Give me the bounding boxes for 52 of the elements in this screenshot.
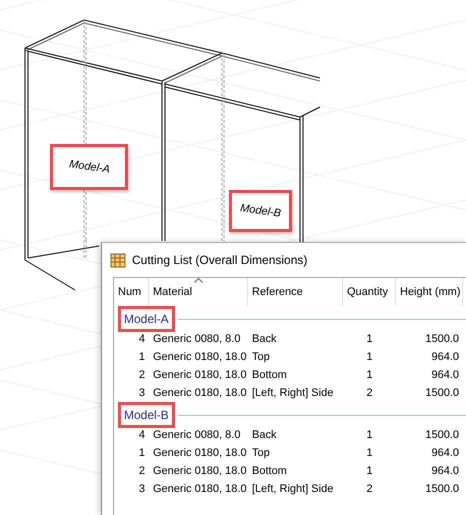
table-cell-text: Generic 0080, 8.0	[152, 332, 242, 347]
table-cell-text: Generic 0180, 18.0	[152, 482, 248, 497]
column-header[interactable]: Reference	[248, 278, 343, 306]
table-cell-text: 964.0	[430, 446, 460, 461]
group-header[interactable]: Model-B	[118, 402, 175, 428]
table-cell-text: 1	[365, 332, 374, 347]
column-header[interactable]: Height (mm)	[396, 278, 463, 306]
table-cell-text: Generic 0180, 18.0	[152, 368, 248, 383]
table-cell-text: Generic 0080, 8.0	[152, 428, 242, 443]
table-cell-text: 4	[138, 428, 146, 443]
table-cell-text: [Left, Right] Side	[251, 482, 334, 497]
table-cell-text: 3	[138, 482, 146, 497]
table-cell-text: Top	[251, 350, 271, 365]
table-cell-text: Generic 0180, 18.0	[152, 446, 248, 461]
table-cell-text: 2	[138, 464, 146, 479]
table-cell-text: 1500.0	[424, 482, 460, 497]
table-cell-text: 2	[138, 368, 146, 383]
table-cell-text: Top	[251, 446, 271, 461]
table-cell-text: Bottom	[251, 368, 288, 383]
table-cell-text: 964.0	[430, 464, 460, 479]
sort-caret-icon	[194, 276, 203, 285]
table-cell-text: 964.0	[430, 368, 460, 383]
group-header[interactable]: Model-A	[118, 306, 175, 332]
table-cell-text: 1	[365, 368, 374, 383]
table-cell-text: 2	[365, 386, 374, 401]
table-cell-text: Generic 0180, 18.0	[152, 386, 248, 401]
table-cell-text: Generic 0180, 18.0	[152, 350, 248, 365]
table-cell-text: 1	[138, 446, 146, 461]
table-cell-text: 1	[365, 350, 374, 365]
table-cell-text: 1500.0	[424, 332, 460, 347]
table-cell-text: 1	[365, 464, 374, 479]
table-cell-text: Generic 0180, 18.0	[152, 464, 248, 479]
table-cell-text: 1500.0	[424, 386, 460, 401]
table-cell-text: Back	[251, 428, 278, 443]
callout-label: Model-A	[50, 144, 128, 190]
column-header[interactable]: Material	[149, 278, 248, 306]
table-cell-text: [Left, Right] Side	[251, 386, 334, 401]
column-header[interactable]: Quantity	[343, 278, 396, 306]
callout-label: Model-B	[229, 190, 292, 232]
dialog-title: Cutting List (Overall Dimensions)	[132, 252, 308, 269]
table-cell-text: 1	[365, 446, 374, 461]
table-cell-text: 1500.0	[424, 428, 460, 443]
table-cell-text: 1	[138, 350, 146, 365]
table-cell-text: 1	[365, 428, 374, 443]
table-cell-text: Back	[251, 332, 278, 347]
column-header[interactable]: Num	[114, 278, 149, 306]
table-cell-text: Bottom	[251, 464, 288, 479]
table-cell-text: 4	[138, 332, 146, 347]
table-cell-text: 964.0	[430, 350, 460, 365]
table-cell-text: 3	[138, 386, 146, 401]
table-icon	[110, 252, 126, 268]
table-cell-text: 2	[365, 482, 374, 497]
